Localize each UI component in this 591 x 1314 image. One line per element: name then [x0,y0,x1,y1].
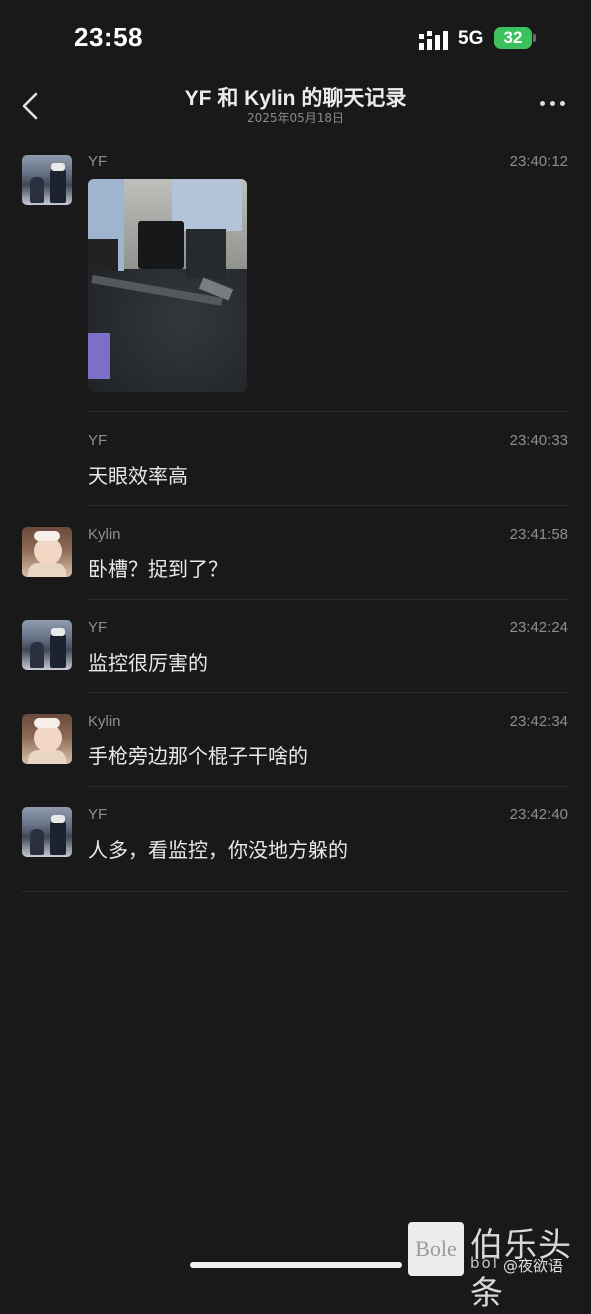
watermark-site: bol [470,1254,499,1272]
divider [88,786,569,787]
avatar[interactable] [22,714,72,764]
divider [88,505,569,506]
message-text: 监控很厉害的 [88,651,208,675]
sender-name: YF [88,806,108,823]
sender-name: YF [88,432,108,449]
watermark-logo: Bole [408,1222,464,1276]
avatar[interactable] [22,527,72,577]
chat-record-item: YF 23:40:12 [0,0,591,400]
home-indicator[interactable] [190,1262,402,1268]
divider [22,891,569,892]
message-text: 卧槽？捉到了？ [88,557,228,581]
avatar[interactable] [22,155,72,205]
message-text: 人多，看监控，你没地方躲的 [88,838,348,862]
divider [88,599,569,600]
message-text: 手枪旁边那个棍子干啥的 [88,744,308,768]
message-time: 23:42:34 [509,713,568,730]
message-time: 23:42:40 [509,806,568,823]
message-time: 23:40:33 [509,432,568,449]
divider [88,411,569,412]
message-photo[interactable] [88,179,247,392]
sender-name: YF [88,619,108,636]
message-time: 23:42:24 [509,619,568,636]
watermark-user: @夜欲语 [503,1257,564,1275]
sender-name: YF [88,153,108,170]
sender-name: Kylin [88,526,121,543]
message-time: 23:41:58 [509,526,568,543]
message-text: 天眼效率高 [88,464,188,488]
message-time: 23:40:12 [509,153,568,170]
divider [88,692,569,693]
avatar[interactable] [22,620,72,670]
sender-name: Kylin [88,713,121,730]
avatar[interactable] [22,807,72,857]
